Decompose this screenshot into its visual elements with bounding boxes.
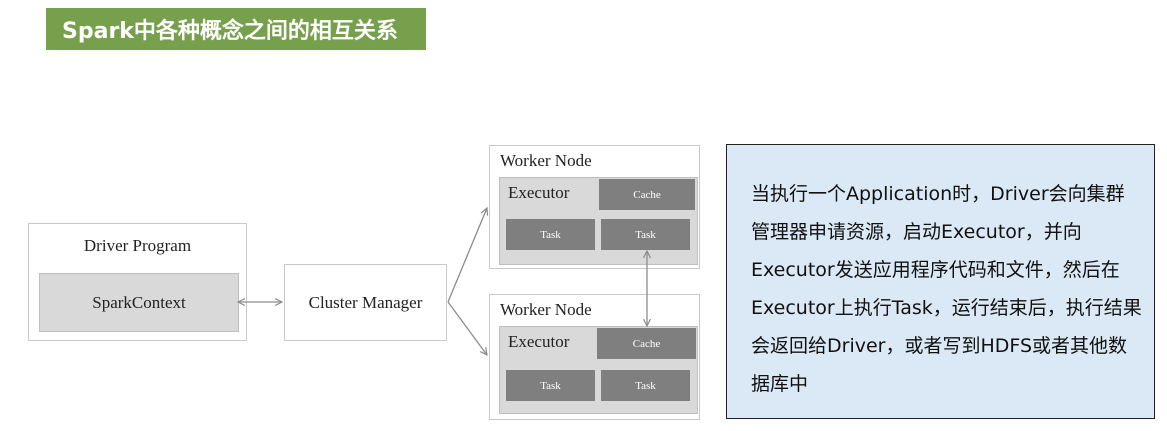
cluster-to-worker-1-arrow bbox=[447, 208, 487, 303]
cluster-to-worker-2-arrow bbox=[447, 301, 487, 355]
description-box: 当执行一个Application时，Driver会向集群管理器申请资源，启动Ex… bbox=[726, 144, 1155, 419]
